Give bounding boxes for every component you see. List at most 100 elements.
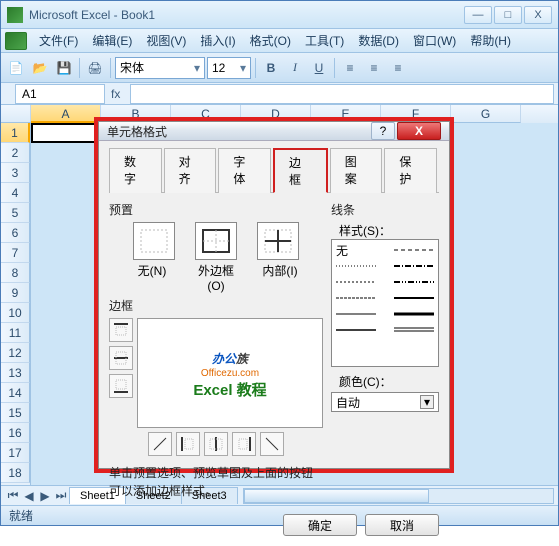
column-header[interactable] (1, 105, 31, 123)
tab-pattern[interactable]: 图案 (330, 148, 383, 193)
row-header[interactable]: 3 (1, 163, 30, 183)
excel-icon (7, 7, 23, 23)
row-header[interactable]: 14 (1, 383, 30, 403)
chevron-down-icon: ▾ (194, 61, 200, 75)
row-header[interactable]: 9 (1, 283, 30, 303)
row-header[interactable]: 6 (1, 223, 30, 243)
menu-data[interactable]: 数据(D) (352, 29, 405, 52)
underline-button[interactable]: U (308, 57, 330, 79)
row-header[interactable]: 1 (1, 123, 30, 143)
border-right-button[interactable] (232, 432, 256, 456)
dialog-help-button[interactable]: ? (371, 122, 395, 140)
column-header[interactable]: A (31, 105, 101, 123)
line-label: 线条 (331, 201, 439, 218)
menu-edit[interactable]: 编辑(E) (86, 29, 138, 52)
font-size-combo[interactable]: 12 ▾ (207, 57, 251, 79)
border-vmid-button[interactable] (204, 432, 228, 456)
style-label: 样式(S)： (339, 222, 439, 239)
border-preview[interactable]: 办公族 Officezu.com Excel 教程 (137, 318, 323, 428)
line-style-list[interactable]: 无 (331, 239, 439, 367)
menu-view[interactable]: 视图(V) (140, 29, 192, 52)
font-name-value: 宋体 (120, 59, 144, 76)
italic-button[interactable]: I (284, 57, 306, 79)
name-box[interactable]: A1 (15, 84, 105, 104)
row-header[interactable]: 18 (1, 463, 30, 483)
tab-protection[interactable]: 保护 (384, 148, 437, 193)
tab-number[interactable]: 数字 (109, 148, 162, 193)
border-top-button[interactable] (109, 318, 133, 342)
column-header[interactable]: G (451, 105, 521, 123)
color-combo[interactable]: 自动 ▾ (331, 392, 439, 412)
watermark-line1: 办公族 (212, 347, 248, 368)
menu-tools[interactable]: 工具(T) (299, 29, 350, 52)
row-header[interactable]: 17 (1, 443, 30, 463)
preset-outline-button[interactable] (195, 222, 237, 260)
color-label: 颜色(C)： (339, 373, 439, 390)
bold-button[interactable]: B (260, 57, 282, 79)
office-logo-icon[interactable] (5, 32, 27, 50)
tab-alignment[interactable]: 对齐 (164, 148, 217, 193)
sheet-nav-next[interactable]: ▶ (37, 488, 53, 504)
align-left-icon[interactable]: ≡ (339, 57, 361, 79)
close-button[interactable]: X (524, 6, 552, 24)
new-icon[interactable]: 📄 (5, 57, 27, 79)
standard-toolbar: 📄 📂 💾 🖨 宋体 ▾ 12 ▾ B I U ≡ ≡ ≡ (1, 53, 558, 83)
preset-inside-button[interactable] (257, 222, 299, 260)
align-center-icon[interactable]: ≡ (363, 57, 385, 79)
preset-outline-label: 外边框(O) (190, 262, 242, 293)
dialog-tabs: 数字 对齐 字体 边框 图案 保护 (109, 147, 439, 193)
preset-none-button[interactable] (133, 222, 175, 260)
row-header[interactable]: 13 (1, 363, 30, 383)
status-ready: 就绪 (9, 507, 33, 524)
row-header[interactable]: 10 (1, 303, 30, 323)
row-header[interactable]: 12 (1, 343, 30, 363)
border-bottom-button[interactable] (109, 374, 133, 398)
border-hmid-button[interactable] (109, 346, 133, 370)
preset-inside-label: 内部(I) (254, 262, 306, 293)
formula-input[interactable] (130, 84, 554, 104)
print-icon[interactable]: 🖨 (84, 57, 106, 79)
menu-format[interactable]: 格式(O) (244, 29, 297, 52)
fx-icon[interactable]: fx (105, 87, 126, 101)
row-header[interactable]: 2 (1, 143, 30, 163)
row-header[interactable]: 8 (1, 263, 30, 283)
align-right-icon[interactable]: ≡ (387, 57, 409, 79)
font-name-combo[interactable]: 宋体 ▾ (115, 57, 205, 79)
menu-insert[interactable]: 插入(I) (194, 29, 241, 52)
font-size-value: 12 (212, 61, 225, 75)
row-header[interactable]: 11 (1, 323, 30, 343)
titlebar: Microsoft Excel - Book1 — □ X (1, 1, 558, 29)
sheet-nav-last[interactable]: ⏭ (53, 488, 69, 504)
row-header[interactable]: 4 (1, 183, 30, 203)
chevron-down-icon: ▾ (420, 395, 434, 409)
color-value: 自动 (336, 394, 360, 411)
open-icon[interactable]: 📂 (29, 57, 51, 79)
active-cell[interactable] (31, 123, 101, 143)
sheet-nav-prev[interactable]: ◀ (21, 488, 37, 504)
preset-label: 预置 (109, 201, 323, 218)
row-header[interactable]: 5 (1, 203, 30, 223)
dialog-close-button[interactable]: X (397, 122, 441, 140)
save-icon[interactable]: 💾 (53, 57, 75, 79)
watermark-line3: Excel 教程 (193, 379, 266, 400)
border-label: 边框 (109, 297, 323, 314)
name-box-value: A1 (22, 87, 37, 101)
row-header[interactable]: 15 (1, 403, 30, 423)
preset-none-label: 无(N) (126, 262, 178, 293)
menu-help[interactable]: 帮助(H) (464, 29, 517, 52)
maximize-button[interactable]: □ (494, 6, 522, 24)
row-header[interactable]: 7 (1, 243, 30, 263)
tab-border[interactable]: 边框 (273, 148, 328, 193)
dialog-titlebar: 单元格格式 ? X (99, 122, 449, 141)
menu-file[interactable]: 文件(F) (33, 29, 84, 52)
menubar: 文件(F) 编辑(E) 视图(V) 插入(I) 格式(O) 工具(T) 数据(D… (1, 29, 558, 53)
tab-font[interactable]: 字体 (218, 148, 271, 193)
border-left-button[interactable] (176, 432, 200, 456)
sheet-nav-first[interactable]: ⏮ (5, 488, 21, 504)
menu-window[interactable]: 窗口(W) (407, 29, 462, 52)
border-diag-up-button[interactable] (148, 432, 172, 456)
minimize-button[interactable]: — (464, 6, 492, 24)
chevron-down-icon: ▾ (240, 61, 246, 75)
row-header[interactable]: 16 (1, 423, 30, 443)
border-diag-down-button[interactable] (260, 432, 284, 456)
